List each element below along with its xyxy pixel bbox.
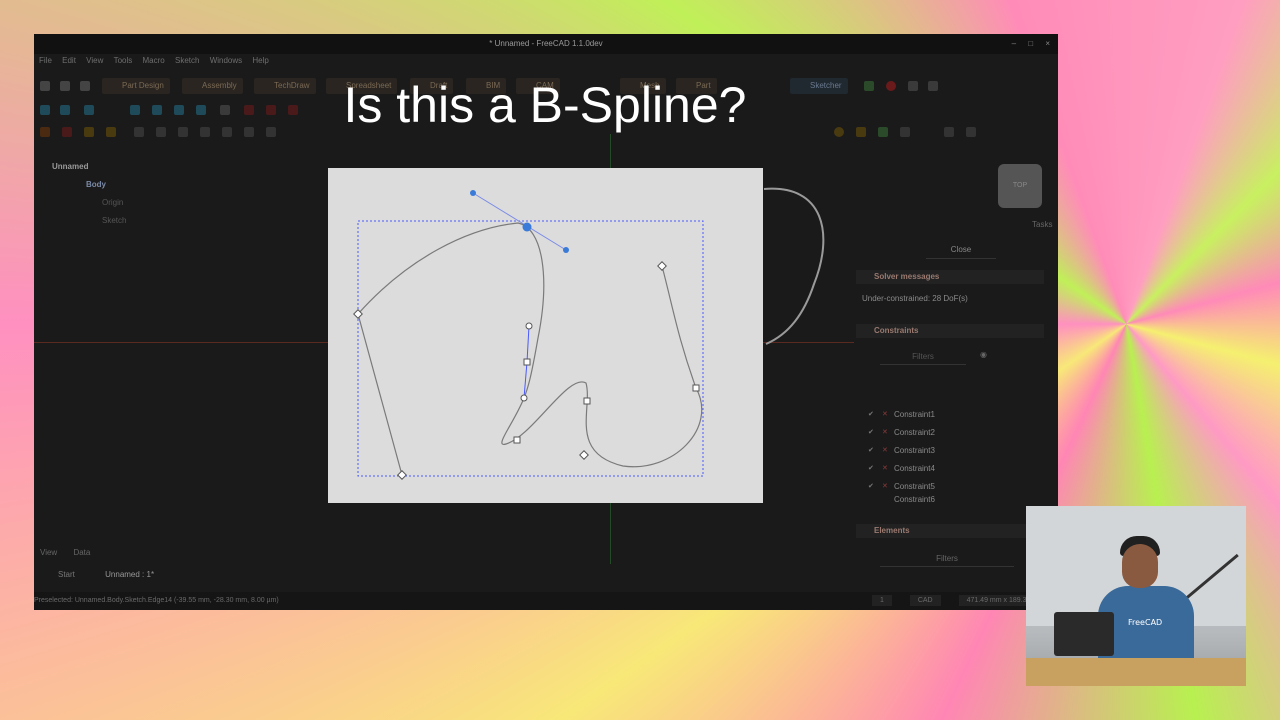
tab-view[interactable]: View [40,548,57,557]
elements-header-label: Elements [874,526,910,535]
check-icon[interactable]: ✔ [868,406,874,424]
constraint-row[interactable]: ✔ ✕ Constraint1 [868,406,935,424]
knot-point[interactable] [397,470,407,480]
menu-help[interactable]: Help [252,56,268,65]
bspline-curve [357,222,703,468]
document-tabs: Start Unnamed : 1* [40,570,174,579]
menu-sketch[interactable]: Sketch [175,56,199,65]
constraint-label: Constraint1 [894,410,935,419]
constraint-type-icon: ✕ [882,411,888,418]
status-message: Preselected: Unnamed.Body.Sketch.Edge14 … [34,597,279,604]
elements-filter-dropdown[interactable]: Filters [880,552,1014,567]
menu-view[interactable]: View [86,56,103,65]
body-label: Body [86,180,106,189]
document-label: Unnamed [52,162,89,171]
control-handle-point[interactable] [470,190,476,196]
selected-control-point[interactable] [522,222,532,232]
control-point-square[interactable] [583,397,591,405]
menu-windows[interactable]: Windows [210,56,242,65]
status-bar: Preselected: Unnamed.Body.Sketch.Edge14 … [34,592,1058,610]
control-point[interactable] [525,322,533,330]
check-icon[interactable]: ✔ [868,424,874,442]
constraints-header-label: Constraints [874,326,919,335]
tab-start[interactable]: Start [40,570,75,579]
tree-item-document[interactable]: Unnamed [40,158,126,176]
model-tree: Unnamed Body Origin Sketch [40,158,126,230]
task-panel: Tasks Close Solver messages Under-constr… [856,154,1052,567]
elements-header[interactable]: Elements [856,524,1044,538]
knot-point[interactable] [657,261,667,271]
laptop [1054,612,1114,656]
solver-messages-header[interactable]: Solver messages [856,270,1044,284]
check-icon[interactable]: ✔ [868,460,874,478]
origin-label: Origin [102,198,124,207]
menu-edit[interactable]: Edit [62,56,76,65]
control-polygon [526,325,530,363]
solver-status: Under-constrained: 28 DoF(s) [862,294,968,303]
close-sketch-button[interactable]: Close [926,242,996,259]
nav-style[interactable]: CAD [909,595,941,606]
menu-file[interactable]: File [39,56,52,65]
tab-unnamed[interactable]: Unnamed : 1* [97,570,154,579]
window-title: * Unnamed - FreeCAD 1.1.0dev [489,39,603,48]
status-indicators: 1 CAD 471.49 mm x 189.33 mm [856,592,1052,610]
window-titlebar: * Unnamed - FreeCAD 1.1.0dev – □ × [34,34,1058,54]
control-point[interactable] [520,394,528,402]
constraint-row[interactable]: ✔✕ Constraint6 [894,496,935,504]
constraint-label: Constraint2 [894,428,935,437]
tasks-label[interactable]: Tasks [1032,220,1052,229]
constraint-type-icon: ✕ [882,447,888,454]
constraint-type-icon: ✕ [882,465,888,472]
constraint-label: Constraint3 [894,446,935,455]
control-handle-point[interactable] [563,247,569,253]
control-point-square[interactable] [513,436,521,444]
check-icon[interactable]: ✔ [868,478,874,496]
sketch-label: Sketch [102,216,127,225]
knot-point[interactable] [579,450,589,460]
bspline-sketch [353,190,704,480]
close-window-button[interactable]: × [1045,39,1050,48]
menu-tools[interactable]: Tools [114,56,133,65]
constraints-filter-dropdown[interactable]: Filters [880,350,966,365]
solver-header-label: Solver messages [874,272,940,281]
control-point-square[interactable] [523,358,531,366]
visibility-toggle-icon[interactable]: ◉ [980,350,987,359]
constraints-header[interactable]: Constraints [856,324,1044,338]
tree-item-sketch[interactable]: Sketch [40,212,126,230]
tab-data[interactable]: Data [73,548,90,557]
menu-macro[interactable]: Macro [143,56,165,65]
constraint-label: Constraint6 [894,496,935,504]
slide-title: Is this a B-Spline? [343,77,747,133]
window-controls: – □ × [1002,34,1050,54]
control-point-square[interactable] [692,384,700,392]
bspline-left-edge [357,313,403,476]
constraint-row[interactable]: ✔ ✕ Constraint2 [868,424,935,442]
constraint-label: Constraint4 [894,464,935,473]
constraint-label: Constraint5 [894,482,935,491]
menu-bar: File Edit View Tools Macro Sketch Window… [34,56,272,70]
property-view-tabs: View Data [40,548,104,557]
speaker-head [1122,544,1158,588]
tree-item-origin[interactable]: Origin [40,194,126,212]
tree-item-body[interactable]: Body [40,176,126,194]
constraint-row[interactable]: ✔ ✕ Constraint4 [868,460,935,478]
status-page[interactable]: 1 [871,595,892,606]
speaker-webcam: FreeCAD [1026,506,1246,686]
constraint-row[interactable]: ✔ ✕ Constraint5 [868,478,935,496]
background-sketch-geometry [763,187,825,345]
minimize-button[interactable]: – [1012,39,1016,48]
check-icon[interactable]: ✔ [868,442,874,460]
selection-bounding-box [357,220,704,477]
podium-desk [1026,658,1246,686]
bspline-sketch-card [328,168,763,503]
constraint-row[interactable]: ✔ ✕ Constraint3 [868,442,935,460]
maximize-button[interactable]: □ [1028,39,1033,48]
constraint-type-icon: ✕ [882,483,888,490]
shirt-logo: FreeCAD [1128,618,1163,627]
constraint-type-icon: ✕ [882,429,888,436]
